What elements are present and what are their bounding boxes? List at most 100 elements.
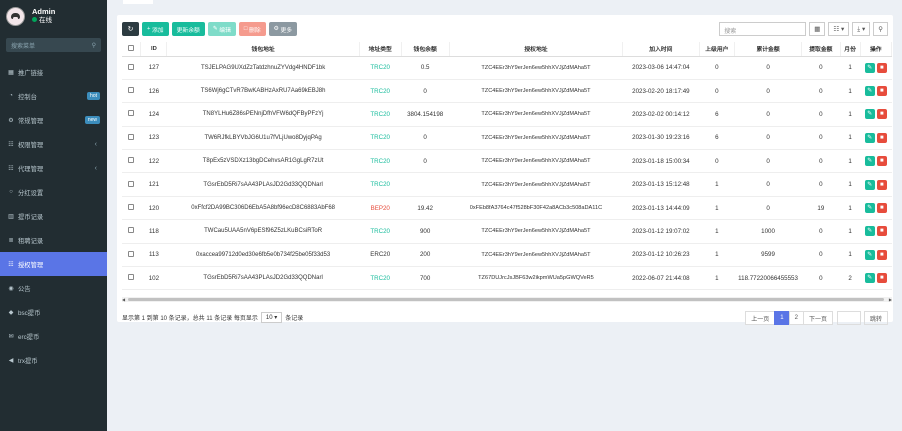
checkbox-icon[interactable] <box>128 63 135 70</box>
checkbox-icon[interactable] <box>128 110 135 117</box>
page-size-select[interactable]: 10 ▾ <box>260 312 283 323</box>
sidebar-item-5[interactable]: ○ 分红设置 <box>0 180 107 204</box>
sidebar-item-3[interactable]: ☷ 权限管理 ‹ <box>0 132 107 156</box>
advanced-search-button[interactable]: ⚲ <box>873 22 888 36</box>
jump-button[interactable]: 跳转 <box>863 311 888 325</box>
delete-row-button[interactable]: ■ <box>876 62 887 73</box>
scroll-left-icon[interactable]: ◀ <box>122 297 125 302</box>
col-month[interactable]: 月份 <box>840 42 861 57</box>
checkbox-icon[interactable] <box>128 250 135 257</box>
horizontal-scrollbar[interactable]: ◀ ▶ <box>122 297 892 302</box>
checkbox-icon[interactable] <box>128 204 135 211</box>
columns-button[interactable]: ☷ ▾ <box>828 22 850 36</box>
table-search-input[interactable]: 搜索 <box>719 22 807 36</box>
col-wallet-balance[interactable]: 钱包余额 <box>401 42 450 57</box>
edit-button[interactable]: ✎ 编辑 <box>207 22 236 36</box>
table-row[interactable]: 120 0xFfcf2DA99BC306D6EbA5A8bf96ecD8C6883… <box>122 196 892 221</box>
delete-row-button[interactable]: ■ <box>876 273 887 284</box>
row-checkbox[interactable] <box>122 102 141 127</box>
row-checkbox[interactable] <box>122 196 141 221</box>
next-page-button[interactable]: 下一页 <box>802 311 833 325</box>
scroll-right-icon[interactable]: ▶ <box>889 297 892 302</box>
select-all-checkbox[interactable] <box>122 42 142 57</box>
col-id[interactable]: ID <box>140 42 168 57</box>
toggle-view-button[interactable]: ▦ <box>809 22 826 36</box>
table-row[interactable]: 113 0xaccea99712d0ed30e6fb5e0b734f25be05f… <box>122 243 892 268</box>
col-join-time[interactable]: 加入时间 <box>622 42 700 57</box>
page-jump-input[interactable] <box>836 311 861 325</box>
edit-row-button[interactable]: ✎ <box>864 132 875 143</box>
edit-row-button[interactable]: ✎ <box>864 179 875 190</box>
delete-row-button[interactable]: ■ <box>876 203 887 214</box>
delete-row-button[interactable]: ■ <box>876 179 887 190</box>
sidebar-item-8[interactable]: ☷ 授权管理 <box>0 252 107 276</box>
checkbox-icon[interactable] <box>128 227 135 234</box>
add-button[interactable]: + 添加 <box>142 22 169 36</box>
edit-row-button[interactable]: ✎ <box>864 62 875 73</box>
table-row[interactable]: 123 TW6RJfkLBYVbJG6U1u7fVLjUwo8DyjqPAg TRC… <box>122 126 892 151</box>
sidebar-item-11[interactable]: ✉ erc提币 <box>0 324 107 348</box>
refresh-button[interactable]: ↻ <box>122 22 139 36</box>
avatar[interactable] <box>6 6 25 26</box>
table-row[interactable]: 124 TN8YLHu6Z86sPENnjDfhVFW6dQFByPFzYj TRC… <box>122 102 892 127</box>
sidebar-item-7[interactable]: ≣ 租聘记录 <box>0 228 107 252</box>
table-row[interactable]: 121 TGsrEbD5Ri7sAA43PLAsJD2Gd33QQDNarl TRC… <box>122 172 892 197</box>
more-button[interactable]: ⚙ 更多 <box>268 22 298 36</box>
sidebar-item-4[interactable]: ☷ 代理管理 ‹ <box>0 156 107 180</box>
checkbox-icon[interactable] <box>128 157 135 164</box>
row-checkbox[interactable] <box>122 79 141 104</box>
table-row[interactable]: 102 TGsrEbD5Ri7sAA43PLAsJD2Gd33QQDNarl TRC… <box>122 266 892 291</box>
col-total-amount[interactable]: 累计金额 <box>734 42 802 57</box>
col-parent-user[interactable]: 上级用户 <box>699 42 736 57</box>
delete-row-button[interactable]: ■ <box>876 132 887 143</box>
sidebar-item-6[interactable]: ▥ 提币记录 <box>0 204 107 228</box>
delete-row-button[interactable]: ■ <box>876 156 887 167</box>
sidebar-item-10[interactable]: ◆ bsc提币 <box>0 300 107 324</box>
col-auth-address[interactable]: 授权地址 <box>449 42 624 57</box>
prev-page-button[interactable]: 上一页 <box>745 311 776 325</box>
edit-row-button[interactable]: ✎ <box>864 109 875 120</box>
row-checkbox[interactable] <box>122 126 141 151</box>
col-withdraw-amount[interactable]: 提取金额 <box>801 42 841 57</box>
edit-row-button[interactable]: ✎ <box>864 86 875 97</box>
row-checkbox[interactable] <box>122 219 141 244</box>
checkbox-icon[interactable] <box>128 44 135 51</box>
edit-row-button[interactable]: ✎ <box>864 249 875 260</box>
sidebar-item-12[interactable]: ◀ trx提币 <box>0 348 107 372</box>
table-row[interactable]: 127 TSJELPAG9UXdZzTatdzhnuZYVdg4HNDF1bk TR… <box>122 56 892 80</box>
table-row[interactable]: 118 TWCau5UAA5nV6pESf96Z5zLKuBCsiRToR TRC2… <box>122 219 892 244</box>
sidebar-item-2[interactable]: ⚙ 常规管理 new <box>0 108 107 132</box>
checkbox-icon[interactable] <box>128 133 135 140</box>
row-checkbox[interactable] <box>122 56 141 80</box>
delete-row-button[interactable]: ■ <box>876 86 887 97</box>
checkbox-icon[interactable] <box>128 87 135 94</box>
row-checkbox[interactable] <box>122 266 141 291</box>
checkbox-icon[interactable] <box>128 180 135 187</box>
delete-row-button[interactable]: ■ <box>876 249 887 260</box>
row-checkbox[interactable] <box>122 172 141 197</box>
sidebar-item-0[interactable]: ▦ 推广链接 <box>0 60 107 84</box>
row-checkbox[interactable] <box>122 243 141 268</box>
checkbox-icon[interactable] <box>128 274 135 281</box>
sidebar-search-input[interactable]: 搜索菜单 ⚲ <box>6 38 101 52</box>
delete-row-button[interactable]: ■ <box>876 226 887 237</box>
row-checkbox[interactable] <box>122 149 141 174</box>
page-button-1[interactable]: 1 <box>774 311 790 325</box>
scrollbar-thumb[interactable] <box>128 298 884 301</box>
export-button[interactable]: ⤓ ▾ <box>852 22 871 36</box>
update-balance-button[interactable]: 更新余额 <box>171 22 205 36</box>
edit-row-button[interactable]: ✎ <box>864 203 875 214</box>
edit-row-button[interactable]: ✎ <box>864 156 875 167</box>
col-wallet-address[interactable]: 钱包地址 <box>166 42 360 57</box>
table-row[interactable]: 122 T8pEx5zVSDXz13bgDCehvsAR1GgLgR7zUt TRC… <box>122 149 892 174</box>
col-address-type[interactable]: 地址类型 <box>359 42 402 57</box>
edit-row-button[interactable]: ✎ <box>864 226 875 237</box>
delete-row-button[interactable]: ■ <box>876 109 887 120</box>
edit-row-button[interactable]: ✎ <box>864 273 875 284</box>
sidebar-item-1[interactable]: ◔ 控制台 hot <box>0 84 107 108</box>
table-row[interactable]: 126 TS6Wj6gCTvR7BwKABHzAxRU7Aa69kEBJ8h TRC… <box>122 79 892 104</box>
sidebar-item-9[interactable]: ◉ 公告 <box>0 276 107 300</box>
search-icon[interactable]: ⚲ <box>92 42 96 49</box>
page-button-2[interactable]: 2 <box>788 311 804 325</box>
delete-button[interactable]: □ 删除 <box>238 22 266 36</box>
